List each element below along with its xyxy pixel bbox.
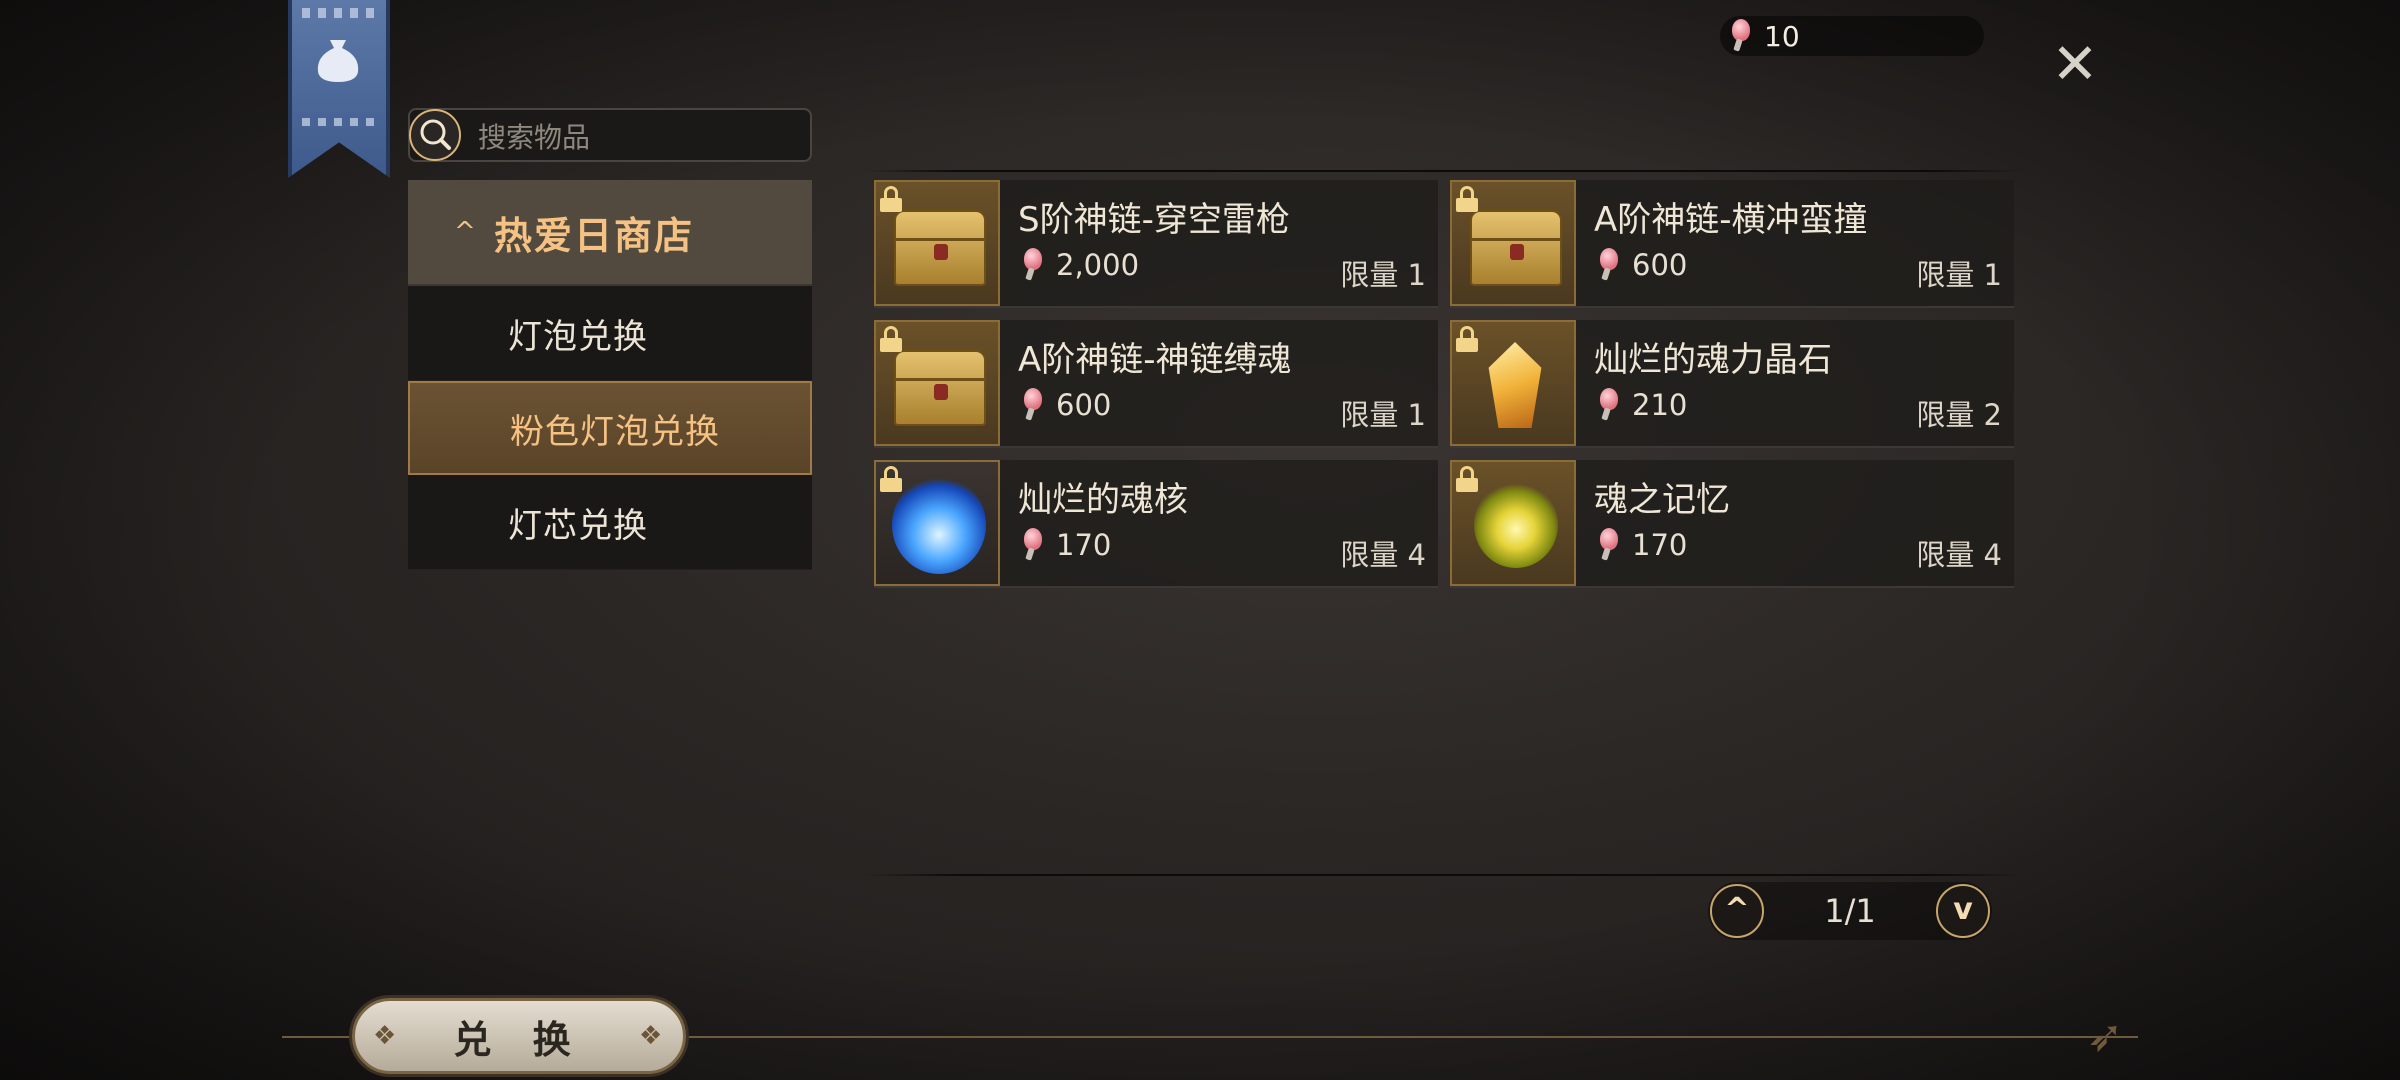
shop-item-card[interactable]: 魂之记忆 170 限量 4 (1450, 460, 2014, 588)
sidebar-item-pink-bulb-exchange[interactable]: 粉色灯泡兑换 (408, 381, 812, 475)
chevron-up-icon: ^ (454, 217, 476, 247)
item-limit: 限量 2 (1916, 398, 2002, 432)
item-price-value: 2,000 (1056, 248, 1140, 282)
item-price: 170 (1598, 528, 1687, 562)
item-price: 170 (1022, 528, 1111, 562)
item-thumbnail (874, 320, 1000, 446)
sidebar-item-bulb-exchange[interactable]: 灯泡兑换 (408, 286, 812, 381)
ornament-icon: ❖ (373, 1021, 397, 1051)
search-input[interactable] (476, 118, 800, 156)
item-thumbnail (1450, 180, 1576, 306)
page-down-button[interactable]: v (1936, 884, 1990, 938)
lock-icon (880, 326, 902, 352)
exchange-button-label: 兑 换 (453, 1016, 585, 1062)
lock-icon (1456, 186, 1478, 212)
search-icon (409, 109, 461, 161)
item-name: 灿烂的魂核 (1018, 480, 1188, 520)
golden-chest-icon (894, 210, 986, 286)
blue-soul-core-icon (892, 476, 986, 574)
sidebar-item-label: 灯泡兑换 (508, 316, 648, 357)
item-thumbnail (874, 180, 1000, 306)
item-limit: 限量 1 (1340, 258, 1426, 292)
banner-stripe (302, 118, 376, 126)
item-thumbnail (1450, 460, 1576, 586)
shop-item-card[interactable]: 灿烂的魂力晶石 210 限量 2 (1450, 320, 2014, 448)
item-name: A阶神链-神链缚魂 (1018, 340, 1292, 380)
lock-icon (880, 186, 902, 212)
item-name: 魂之记忆 (1594, 480, 1730, 520)
item-price-value: 210 (1632, 388, 1688, 422)
money-bag-icon (310, 30, 366, 86)
pink-bulb-gem-icon (1598, 528, 1620, 562)
sidebar-item-label: 灯芯兑换 (508, 505, 648, 546)
item-price-value: 170 (1632, 528, 1688, 562)
item-thumbnail (874, 460, 1000, 586)
pink-bulb-gem-icon (1022, 248, 1044, 282)
category-sidebar: ^ 热爱日商店 灯泡兑换 粉色灯泡兑换 灯芯兑换 (408, 180, 812, 570)
shop-item-card[interactable]: A阶神链-横冲蛮撞 600 限量 1 (1450, 180, 2014, 308)
item-limit: 限量 1 (1916, 258, 2002, 292)
item-price-value: 600 (1056, 388, 1112, 422)
soul-memory-orb-icon (1474, 482, 1558, 568)
lock-icon (880, 466, 902, 492)
lock-icon (1456, 466, 1478, 492)
pink-bulb-gem-icon (1598, 388, 1620, 422)
sidebar-item-wick-exchange[interactable]: 灯芯兑换 (408, 475, 812, 570)
soul-crystal-icon (1488, 342, 1542, 428)
item-name: A阶神链-横冲蛮撞 (1594, 200, 1868, 240)
divider-bottom (864, 874, 2024, 876)
item-price: 2,000 (1022, 248, 1139, 282)
exchange-button[interactable]: ❖ 兑 换 ❖ (352, 998, 686, 1074)
item-price: 600 (1022, 388, 1111, 422)
pink-bulb-gem-icon (1598, 248, 1620, 282)
item-price-value: 600 (1632, 248, 1688, 282)
ornament-icon: ❖ (639, 1021, 663, 1051)
currency-amount: 10 (1764, 19, 1800, 53)
item-limit: 限量 1 (1340, 398, 1426, 432)
close-button[interactable]: ✕ (2048, 37, 2102, 93)
item-price-value: 170 (1056, 528, 1112, 562)
shop-item-card[interactable]: 灿烂的魂核 170 限量 4 (874, 460, 1438, 588)
item-name: S阶神链-穿空雷枪 (1018, 200, 1290, 240)
shop-item-card[interactable]: A阶神链-神链缚魂 600 限量 1 (874, 320, 1438, 448)
pink-bulb-gem-icon (1022, 388, 1044, 422)
shop-banner (288, 0, 390, 178)
item-price: 600 (1598, 248, 1687, 282)
item-price: 210 (1598, 388, 1687, 422)
item-limit: 限量 4 (1916, 538, 2002, 572)
category-header[interactable]: ^ 热爱日商店 (408, 180, 812, 286)
search-box[interactable] (408, 108, 812, 162)
banner-stripe (302, 8, 376, 18)
pink-bulb-gem-icon (1022, 528, 1044, 562)
crossed-arrows-icon: ➶ (2086, 1011, 2124, 1062)
shop-item-card[interactable]: S阶神链-穿空雷枪 2,000 限量 1 (874, 180, 1438, 308)
category-header-label: 热爱日商店 (494, 213, 695, 258)
item-thumbnail (1450, 320, 1576, 446)
golden-chest-icon (1470, 210, 1562, 286)
item-name: 灿烂的魂力晶石 (1594, 340, 1832, 380)
lock-icon (1456, 326, 1478, 352)
golden-chest-icon (894, 350, 986, 426)
item-limit: 限量 4 (1340, 538, 1426, 572)
currency-display: 10 (1720, 16, 1984, 56)
sidebar-item-label: 粉色灯泡兑换 (510, 411, 720, 452)
item-grid: S阶神链-穿空雷枪 2,000 限量 1 A阶神链-横冲蛮撞 600 限量 1 … (874, 180, 2014, 590)
divider-top (864, 170, 2024, 172)
pink-bulb-gem-icon (1730, 19, 1752, 53)
pagination: ^ 1/1 v (1708, 882, 1992, 940)
